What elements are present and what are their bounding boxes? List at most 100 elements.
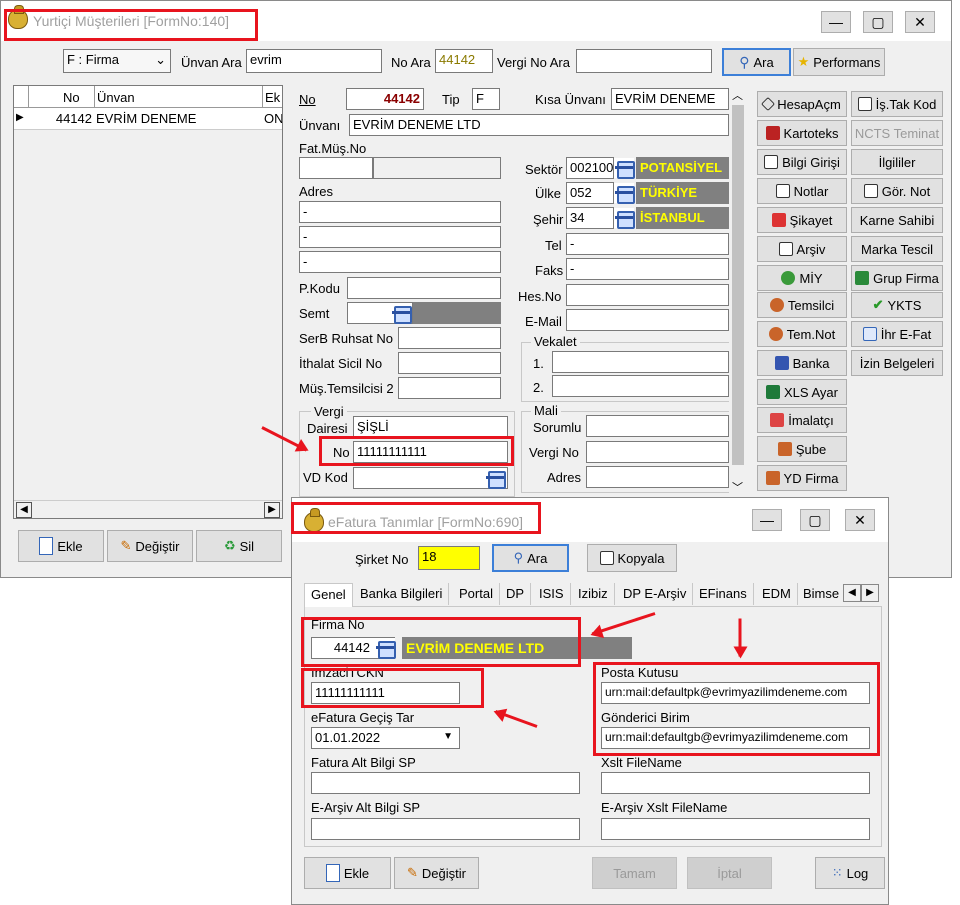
- notlar-button[interactable]: Notlar: [757, 178, 847, 204]
- kartoteks-button[interactable]: Kartoteks: [757, 120, 847, 146]
- efatura-maximize-button[interactable]: ▢: [800, 509, 830, 531]
- tab-dp-earsiv[interactable]: DP E-Arşiv: [617, 583, 694, 605]
- dropdown-arrow-icon[interactable]: ▼: [443, 731, 453, 742]
- unvan-ara-input[interactable]: evrim: [246, 49, 382, 73]
- karne-sahibi-button[interactable]: Karne Sahibi: [851, 207, 943, 233]
- sil-button[interactable]: ♻ Sil: [196, 530, 282, 562]
- xslt-field[interactable]: [601, 772, 870, 794]
- tab-edm[interactable]: EDM: [756, 583, 798, 605]
- pkodu-field[interactable]: [347, 277, 501, 299]
- arsiv-button[interactable]: Arşiv: [757, 236, 847, 262]
- adres-line-3[interactable]: -: [299, 251, 501, 273]
- table-row[interactable]: ▶ 44142 EVRİM DENEME ON: [14, 108, 282, 130]
- mali-vergi-no-field[interactable]: [586, 441, 729, 463]
- sehir-lookup-icon[interactable]: [614, 208, 635, 229]
- minimize-button[interactable]: —: [821, 11, 851, 33]
- vergi-dairesi-field[interactable]: ŞİŞLİ: [353, 416, 508, 438]
- gonderici-birim-field[interactable]: urn:mail:defaultgb@evrimyazilimdeneme.co…: [601, 727, 870, 749]
- efatura-degistir-button[interactable]: ✎ Değiştir: [394, 857, 479, 889]
- close-button[interactable]: ✕: [905, 11, 935, 33]
- main-titlebar[interactable]: Yurtiçi Müşterileri [FormNo:140] — ▢ ✕: [1, 1, 951, 41]
- izin-belgeleri-button[interactable]: İzin Belgeleri: [851, 350, 943, 376]
- no-field[interactable]: 44142: [346, 88, 424, 110]
- mali-sorumlu-field[interactable]: [586, 415, 729, 437]
- sehir-code-field[interactable]: 34: [566, 207, 614, 229]
- is-tak-kod-button[interactable]: İş.Tak Kod: [851, 91, 943, 117]
- sektor-code-field[interactable]: 002100: [566, 157, 614, 179]
- tab-scroll-right-icon[interactable]: ▶: [861, 584, 879, 602]
- ithalat-field[interactable]: [398, 352, 501, 374]
- performans-button[interactable]: ★ Performans: [793, 48, 885, 76]
- grid-col-ek[interactable]: Ek: [262, 86, 282, 108]
- tab-bimse[interactable]: Bimse: [797, 583, 841, 605]
- log-button[interactable]: ⁙ Log: [815, 857, 885, 889]
- scroll-right-icon[interactable]: ▶: [264, 502, 280, 518]
- vergi-no-field[interactable]: 11111111111: [353, 441, 508, 463]
- grid-col-unvan[interactable]: Ünvan: [94, 86, 262, 108]
- ihr-e-fat-button[interactable]: İhr E-Fat: [851, 321, 943, 347]
- gor-not-button[interactable]: Gör. Not: [851, 178, 943, 204]
- ncts-teminat-button[interactable]: NCTS Teminat: [851, 120, 943, 146]
- efatura-ekle-button[interactable]: Ekle: [304, 857, 391, 889]
- efatura-titlebar[interactable]: eFatura Tanımlar [FormNo:690] — ▢ ✕: [292, 498, 888, 542]
- hesapacm-button[interactable]: HesapAçm: [757, 91, 847, 117]
- adres-line-1[interactable]: -: [299, 201, 501, 223]
- scroll-left-icon[interactable]: ◀: [16, 502, 32, 518]
- grid-hscrollbar[interactable]: ◀ ▶: [14, 500, 282, 518]
- earsiv-alt-field[interactable]: [311, 818, 580, 840]
- tel-field[interactable]: -: [566, 233, 729, 255]
- fat-mus-no-field[interactable]: [299, 157, 373, 179]
- kopyala-button[interactable]: Kopyala: [587, 544, 677, 572]
- grid-col-no[interactable]: No: [28, 86, 94, 108]
- vd-kod-lookup-icon[interactable]: [485, 468, 506, 489]
- tip-field[interactable]: F: [472, 88, 500, 110]
- customer-grid[interactable]: No Ünvan Ek ▶ 44142 EVRİM DENEME ON ◀ ▶: [13, 85, 283, 519]
- vekalet-1-field[interactable]: [552, 351, 729, 373]
- grup-firma-button[interactable]: Grup Firma: [851, 265, 943, 291]
- ara-button[interactable]: ⚲ Ara: [722, 48, 791, 76]
- tab-banka-bilgileri[interactable]: Banka Bilgileri: [354, 583, 450, 605]
- no-ara-input[interactable]: 44142: [435, 49, 493, 73]
- temsilci-field[interactable]: [398, 377, 501, 399]
- yd-firma-button[interactable]: YD Firma: [757, 465, 847, 491]
- ulke-code-field[interactable]: 052: [566, 182, 614, 204]
- tab-genel[interactable]: Genel: [304, 583, 353, 607]
- firma-lookup-icon[interactable]: [375, 638, 396, 659]
- type-select[interactable]: F : Firma ⌄: [63, 49, 171, 73]
- imalatci-button[interactable]: İmalatçı: [757, 407, 847, 433]
- sikayet-button[interactable]: Şikayet: [757, 207, 847, 233]
- efatura-minimize-button[interactable]: —: [752, 509, 782, 531]
- vekalet-2-field[interactable]: [552, 375, 729, 397]
- mali-adres-field[interactable]: [586, 466, 729, 488]
- tab-izibiz[interactable]: Izibiz: [572, 583, 615, 605]
- banka-button[interactable]: Banka: [757, 350, 847, 376]
- imzaci-field[interactable]: 11111111111: [311, 682, 460, 704]
- vergi-no-ara-input[interactable]: [576, 49, 712, 73]
- tab-scroll-left-icon[interactable]: ◀: [843, 584, 861, 602]
- efatura-close-button[interactable]: ✕: [845, 509, 875, 531]
- ulke-lookup-icon[interactable]: [614, 183, 635, 204]
- ekle-button[interactable]: Ekle: [18, 530, 104, 562]
- faks-field[interactable]: -: [566, 258, 729, 280]
- tab-portal[interactable]: Portal: [453, 583, 500, 605]
- tem-not-button[interactable]: Tem.Not: [757, 321, 847, 347]
- temsilci-button[interactable]: Temsilci: [757, 292, 847, 318]
- bilgi-girisi-button[interactable]: Bilgi Girişi: [757, 149, 847, 175]
- sirket-no-field[interactable]: 18: [418, 546, 480, 570]
- email-field[interactable]: [566, 309, 729, 331]
- tab-dp[interactable]: DP: [500, 583, 532, 605]
- scroll-thumb[interactable]: [732, 105, 744, 465]
- degistir-button[interactable]: ✎ Değiştir: [107, 530, 193, 562]
- adres-line-2[interactable]: -: [299, 226, 501, 248]
- marka-tescil-button[interactable]: Marka Tescil: [851, 236, 943, 262]
- semt-lookup-icon[interactable]: [391, 303, 412, 324]
- maximize-button[interactable]: ▢: [863, 11, 893, 33]
- unvani-field[interactable]: EVRİM DENEME LTD: [349, 114, 729, 136]
- hesno-field[interactable]: [566, 284, 729, 306]
- ilgililer-button[interactable]: İlgililer: [851, 149, 943, 175]
- sektor-lookup-icon[interactable]: [614, 158, 635, 179]
- tamam-button[interactable]: Tamam: [592, 857, 677, 889]
- earsiv-xslt-field[interactable]: [601, 818, 870, 840]
- fatura-alt-field[interactable]: [311, 772, 580, 794]
- miy-button[interactable]: MİY: [757, 265, 847, 291]
